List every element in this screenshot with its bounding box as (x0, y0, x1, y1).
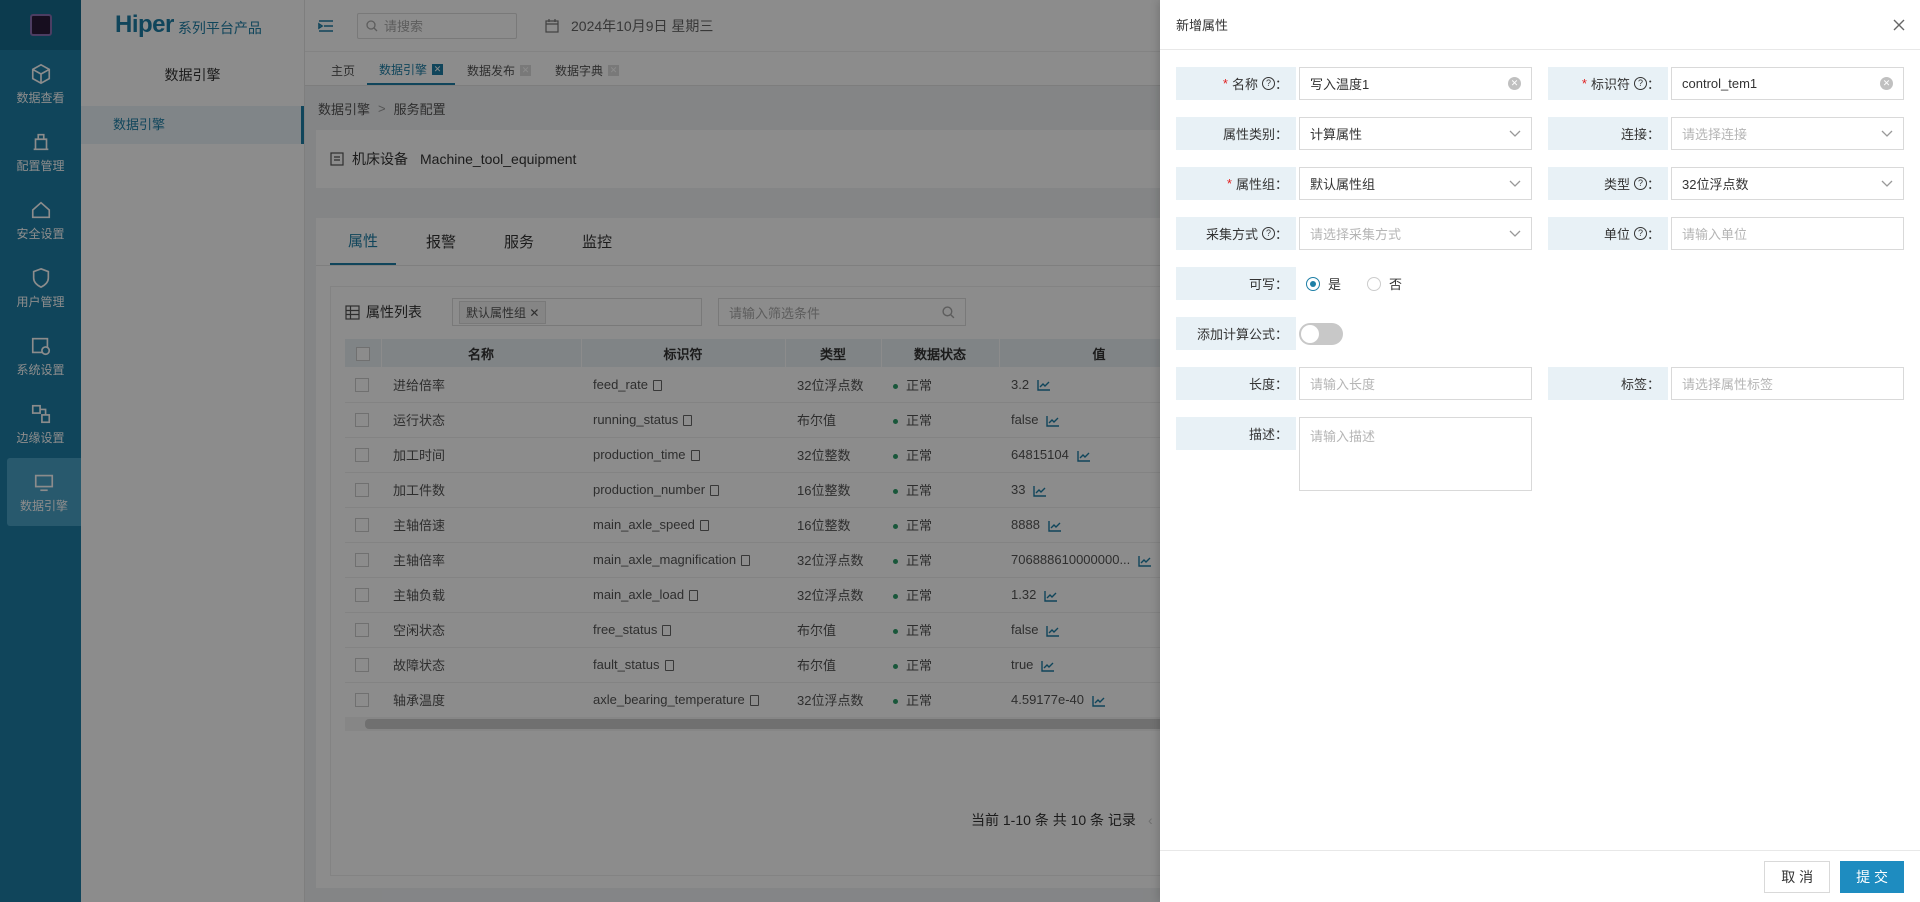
select-placeholder: 请选择连接 (1682, 127, 1748, 142)
field-label: 单位?： (1548, 217, 1668, 250)
label-text: 标签 (1620, 377, 1647, 392)
label-text: 类型 (1603, 177, 1630, 192)
label-text: 连接 (1620, 127, 1647, 142)
add-property-drawer: 新增属性 * 名称?： 写入温度1 ✕ * 标识符?： control_tem1 ✕ 属性类… (1160, 0, 1920, 902)
chevron-down-icon (1509, 130, 1521, 137)
connection-select[interactable]: 请选择连接 (1671, 117, 1904, 150)
field-label: 可写： (1176, 267, 1296, 300)
field-label: * 属性组： (1176, 167, 1296, 200)
field-label: 连接： (1548, 117, 1668, 150)
collect-select[interactable]: 请选择采集方式 (1299, 217, 1532, 250)
radio-label: 是 (1328, 277, 1342, 292)
unit-input[interactable]: 请输入单位 (1671, 217, 1904, 250)
required-mark: * (1222, 76, 1228, 91)
input-value: control_tem1 (1682, 76, 1758, 91)
field-label: 长度： (1176, 367, 1296, 400)
field-tags: 标签： 请选择属性标签 (1548, 367, 1904, 400)
radio-unchecked[interactable] (1367, 276, 1382, 291)
label-text: 名称 (1231, 77, 1258, 92)
field-collect: 采集方式?： 请选择采集方式 (1176, 217, 1532, 250)
identifier-input[interactable]: control_tem1 ✕ (1671, 67, 1904, 100)
help-icon[interactable]: ? (1261, 227, 1275, 240)
field-length: 长度： 请输入长度 (1176, 367, 1532, 400)
radio-checked[interactable] (1306, 276, 1320, 291)
select-value: 默认属性组 (1310, 177, 1376, 192)
radio-label: 否 (1389, 277, 1403, 292)
chevron-down-icon (1509, 230, 1521, 237)
cancel-button[interactable]: 取 消 (1764, 860, 1831, 893)
help-icon[interactable]: ? (1261, 77, 1275, 90)
clear-icon[interactable]: ✕ (1880, 77, 1893, 90)
input-placeholder: 请输入单位 (1682, 227, 1748, 242)
type-select[interactable]: 32位浮点数 (1671, 167, 1904, 200)
field-formula: 添加计算公式： (1176, 317, 1343, 350)
label-text: 单位 (1603, 227, 1630, 242)
category-select[interactable]: 计算属性 (1299, 117, 1532, 150)
writable-yes-radio[interactable]: 是 (1306, 274, 1341, 293)
field-label: 标签： (1548, 367, 1668, 400)
group-select[interactable]: 默认属性组 (1299, 167, 1532, 200)
field-writable: 可写： 是 否 (1176, 267, 1402, 300)
close-icon[interactable] (1892, 18, 1906, 32)
field-group: * 属性组： 默认属性组 (1176, 167, 1532, 200)
field-connection: 连接： 请选择连接 (1548, 117, 1904, 150)
field-label: 添加计算公式： (1176, 317, 1296, 350)
textarea-placeholder: 请输入描述 (1310, 429, 1376, 444)
required-mark: * (1226, 176, 1232, 191)
required-mark: * (1581, 76, 1587, 91)
submit-button[interactable]: 提 交 (1840, 860, 1904, 893)
field-name: * 名称?： 写入温度1 ✕ (1176, 67, 1532, 100)
label-text: 采集方式 (1205, 227, 1258, 242)
chevron-down-icon (1881, 180, 1893, 187)
app: 数据查看 配置管理 安全设置 用户管理 系统设置 边缘设置 数据引擎 Hiper… (0, 0, 1920, 902)
label-text: 属性类别 (1222, 127, 1275, 142)
field-label: 类型?： (1548, 167, 1668, 200)
field-identifier: * 标识符?： control_tem1 ✕ (1548, 67, 1904, 100)
label-text: 属性组 (1235, 177, 1275, 192)
writable-no-radio[interactable]: 否 (1367, 274, 1402, 293)
field-label: 属性类别： (1176, 117, 1296, 150)
field-label: * 标识符?： (1548, 67, 1668, 100)
field-description: 描述： 请输入描述 (1176, 417, 1532, 491)
field-unit: 单位?： 请输入单位 (1548, 217, 1904, 250)
length-input[interactable]: 请输入长度 (1299, 367, 1532, 400)
modal-mask[interactable] (0, 0, 1160, 902)
select-placeholder: 请选择属性标签 (1682, 377, 1774, 392)
label-text: 描述 (1248, 427, 1275, 442)
input-value: 写入温度1 (1310, 77, 1370, 92)
drawer-header: 新增属性 (1160, 0, 1920, 50)
field-label: 采集方式?： (1176, 217, 1296, 250)
label-text: 长度 (1248, 377, 1275, 392)
chevron-down-icon (1881, 130, 1893, 137)
formula-toggle[interactable] (1299, 322, 1343, 345)
label-text: 标识符 (1590, 77, 1630, 92)
drawer-footer: 取 消提 交 (1160, 850, 1920, 902)
field-label: 描述： (1176, 417, 1296, 450)
select-value: 计算属性 (1310, 127, 1363, 142)
select-value: 32位浮点数 (1682, 177, 1749, 192)
field-category: 属性类别： 计算属性 (1176, 117, 1532, 150)
chevron-down-icon (1509, 180, 1521, 187)
input-placeholder: 请输入长度 (1310, 377, 1376, 392)
drawer-title: 新增属性 (1176, 18, 1229, 33)
name-input[interactable]: 写入温度1 ✕ (1299, 67, 1532, 100)
field-label: * 名称?： (1176, 67, 1296, 100)
label-text: 添加计算公式 (1196, 327, 1275, 342)
label-text: 可写 (1248, 277, 1275, 292)
select-placeholder: 请选择采集方式 (1310, 227, 1402, 242)
description-textarea[interactable]: 请输入描述 (1299, 417, 1532, 491)
help-icon[interactable]: ? (1633, 177, 1647, 190)
clear-icon[interactable]: ✕ (1508, 77, 1521, 90)
field-type: 类型?： 32位浮点数 (1548, 167, 1904, 200)
help-icon[interactable]: ? (1633, 227, 1647, 240)
help-icon[interactable]: ? (1633, 77, 1647, 90)
tags-select[interactable]: 请选择属性标签 (1671, 367, 1904, 400)
